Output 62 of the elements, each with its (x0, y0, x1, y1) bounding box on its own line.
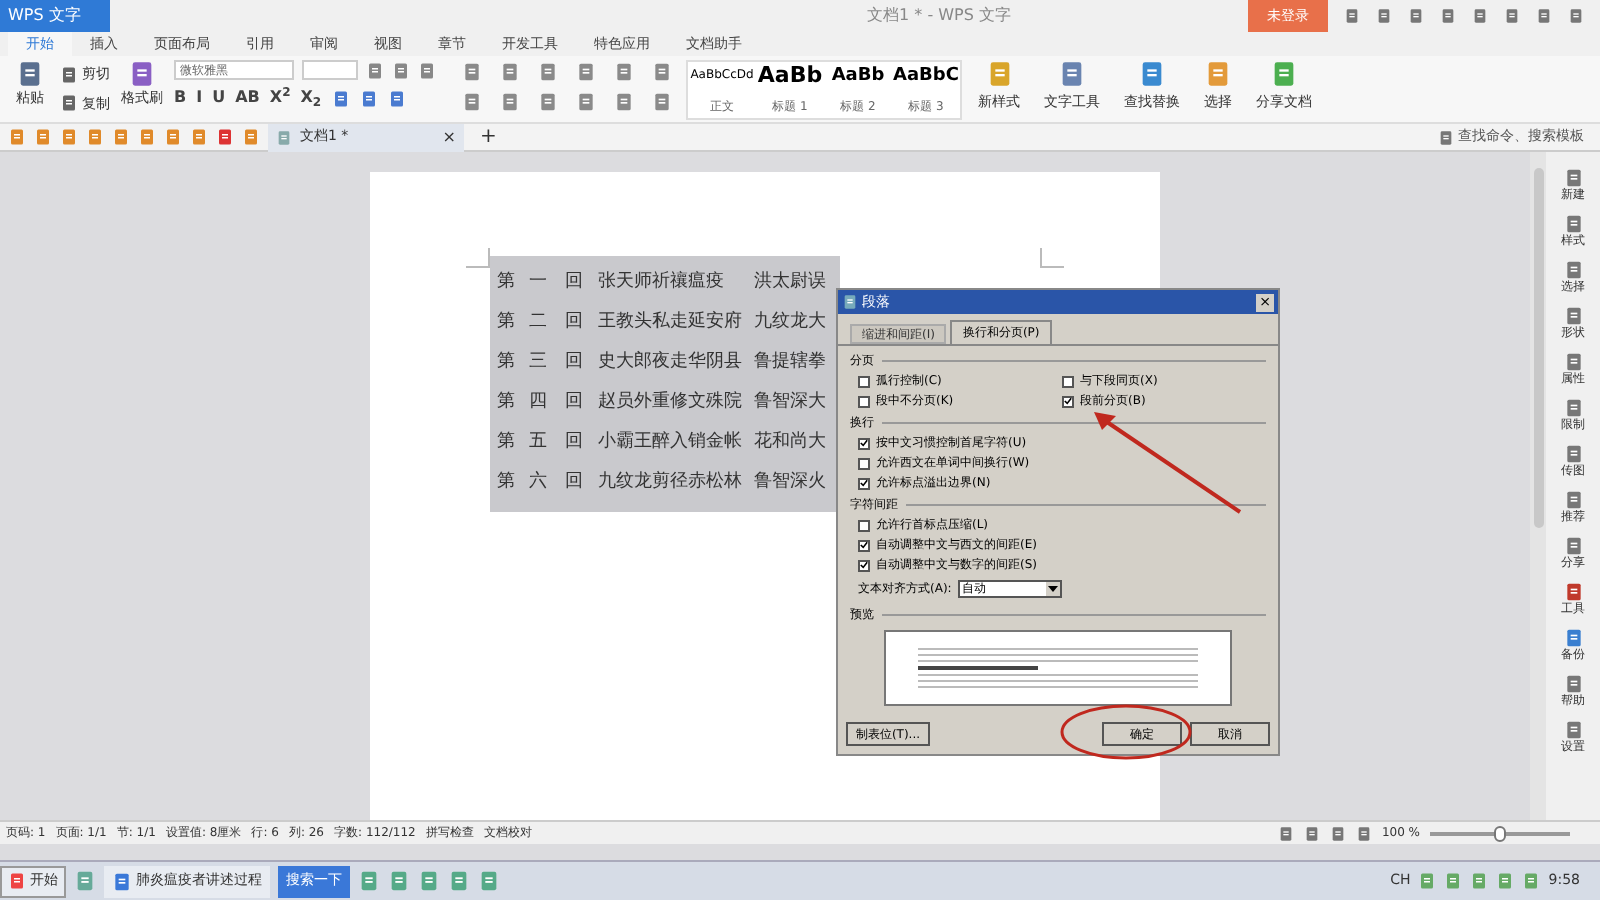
checkbox[interactable] (1062, 395, 1074, 407)
checkbox[interactable] (858, 457, 870, 469)
document-text: 第 (497, 312, 515, 333)
document-icon (276, 129, 292, 145)
document-text: 六 (529, 472, 547, 493)
checkbox[interactable] (858, 375, 870, 387)
checkbox[interactable] (858, 477, 870, 489)
checkmark-icon (860, 438, 868, 448)
document-text: 王教头私走延安府 (598, 312, 742, 333)
document-text: 九纹龙剪径赤松林 (598, 472, 742, 493)
document-text: 洪太尉误 (754, 272, 826, 293)
style-sample: AaBbC (893, 64, 959, 88)
document-text: 小霸王醉入销金帐 (598, 432, 742, 453)
document-text: 第 (497, 272, 515, 293)
format-button[interactable]: B (174, 86, 187, 110)
checkbox[interactable] (858, 519, 870, 531)
style-sample: AaBb (831, 64, 885, 88)
checkmark-icon (860, 478, 868, 488)
document-text: 回 (565, 432, 583, 453)
document-text: 回 (565, 352, 583, 373)
new-tab-button[interactable]: + (472, 127, 505, 147)
document-text: 三 (529, 352, 547, 373)
format-button[interactable]: X$_{2}$ (300, 86, 322, 110)
document-text: 第 (497, 472, 515, 493)
document-text: 回 (565, 272, 583, 293)
document-text: 回 (565, 392, 583, 413)
document-text: 回 (565, 472, 583, 493)
scrollbar-thumb[interactable] (1533, 168, 1543, 528)
document-text: 五 (529, 432, 547, 453)
checkbox[interactable] (858, 539, 870, 551)
close-tab-button[interactable]: × (442, 125, 456, 149)
checkbox[interactable] (858, 559, 870, 571)
format-button[interactable]: I (196, 86, 203, 110)
format-button[interactable]: U (212, 86, 226, 110)
document-text: 鲁提辖拳 (754, 352, 826, 373)
checkmark-icon (1064, 396, 1072, 406)
dropdown-arrow-icon (1045, 582, 1060, 596)
window-title: 文档1 * - WPS 文字 (865, 4, 1013, 28)
document-text: 第 (497, 352, 515, 373)
document-text: 鲁智深火 (754, 472, 826, 493)
document-text: 张天师祈禳瘟疫 (598, 272, 724, 293)
zoom-slider-thumb[interactable] (1494, 825, 1506, 841)
app-menu-button[interactable]: WPS 文字 (0, 0, 110, 32)
format-button[interactable]: AB (235, 86, 260, 110)
document-text: 第 (497, 432, 515, 453)
checkbox[interactable] (1062, 375, 1074, 387)
document-text: 一 (529, 272, 547, 293)
checkbox[interactable] (858, 395, 870, 407)
document-text: 史大郎夜走华阴县 (598, 352, 742, 373)
font-size-field[interactable] (302, 60, 358, 80)
annotation-ellipse (1060, 704, 1192, 760)
document-text: 二 (529, 312, 547, 333)
document-text: 鲁智深大 (754, 392, 826, 413)
document-text: 四 (529, 392, 547, 413)
document-text: 九纹龙大 (754, 312, 826, 333)
document-text: 花和尚大 (754, 432, 826, 453)
document-text: 第 (497, 392, 515, 413)
document-text: 赵员外重修文殊院 (598, 392, 742, 413)
style-sample: AaBb (757, 64, 823, 88)
format-button[interactable]: X$^{2}$ (269, 86, 291, 110)
checkbox[interactable] (858, 437, 870, 449)
document-text: 回 (565, 312, 583, 333)
